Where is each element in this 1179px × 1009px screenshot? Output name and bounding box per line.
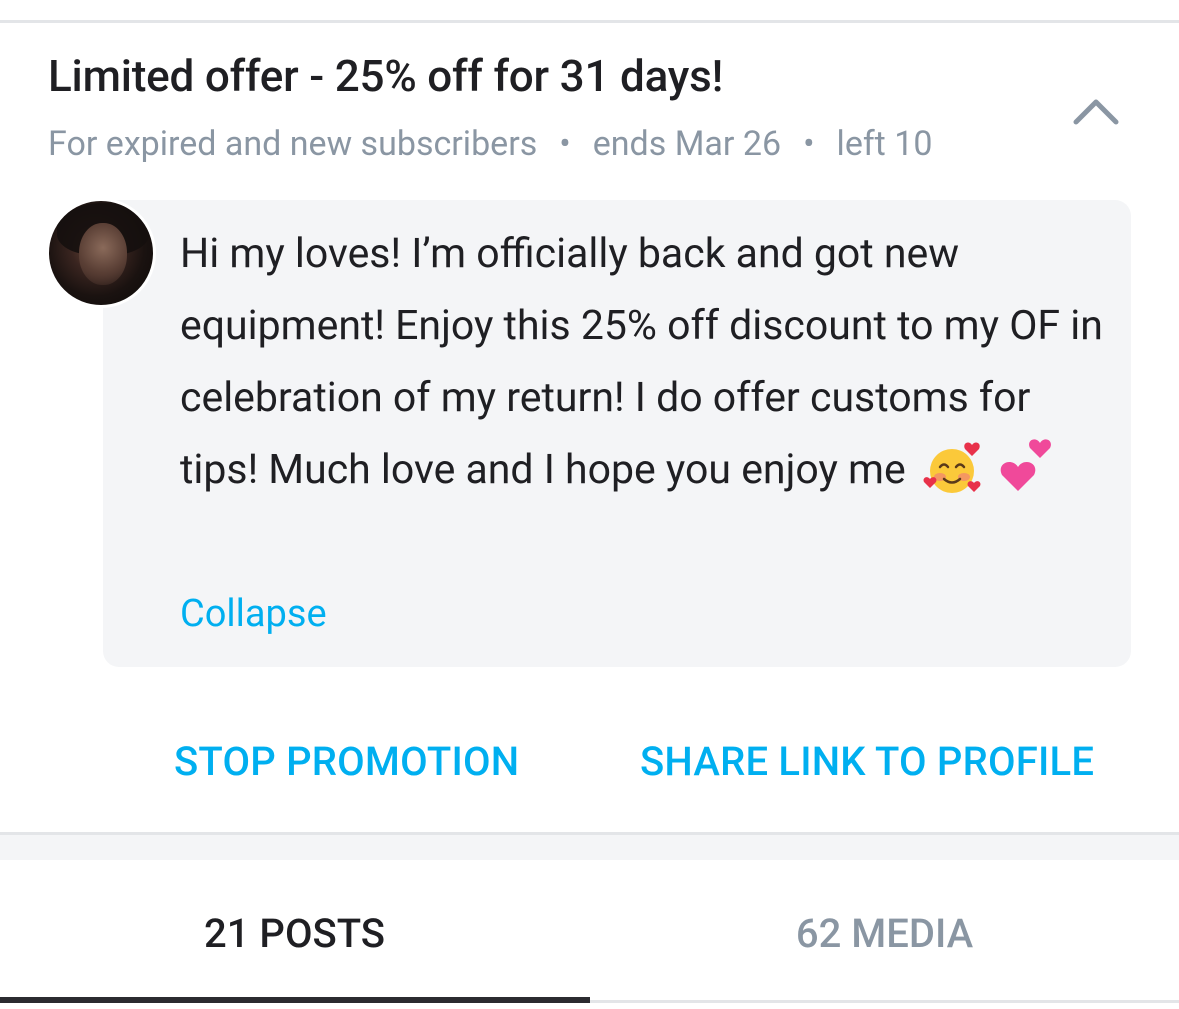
tab-media[interactable]: 62 MEDIA (590, 860, 1179, 1006)
meta-separator: • (803, 124, 815, 164)
offer-remaining: left 10 (836, 124, 933, 164)
stop-promotion-button[interactable]: STOP PROMOTION (174, 738, 519, 785)
offer-meta: For expired and new subscribers • ends Mar… (48, 124, 932, 164)
two-hearts-icon (994, 437, 1056, 495)
top-divider (0, 20, 1179, 23)
offer-audience: For expired and new subscribers (48, 124, 538, 164)
tab-active-indicator (0, 997, 590, 1003)
share-link-button[interactable]: SHARE LINK TO PROFILE (640, 738, 1094, 785)
offer-end-date: ends Mar 26 (592, 124, 782, 164)
section-divider (0, 832, 1179, 860)
collapse-link[interactable]: Collapse (180, 592, 327, 636)
avatar-face (79, 223, 127, 285)
meta-separator: • (559, 124, 571, 164)
avatar[interactable] (46, 198, 156, 308)
tab-posts[interactable]: 21 POSTS (0, 860, 589, 1006)
smiling-face-with-hearts-icon (922, 439, 984, 497)
offer-title: Limited offer - 25% off for 31 days! (48, 50, 724, 102)
chevron-up-icon[interactable] (1070, 92, 1122, 132)
message-text: Hi my loves! I’m officially back and got… (180, 218, 1110, 506)
